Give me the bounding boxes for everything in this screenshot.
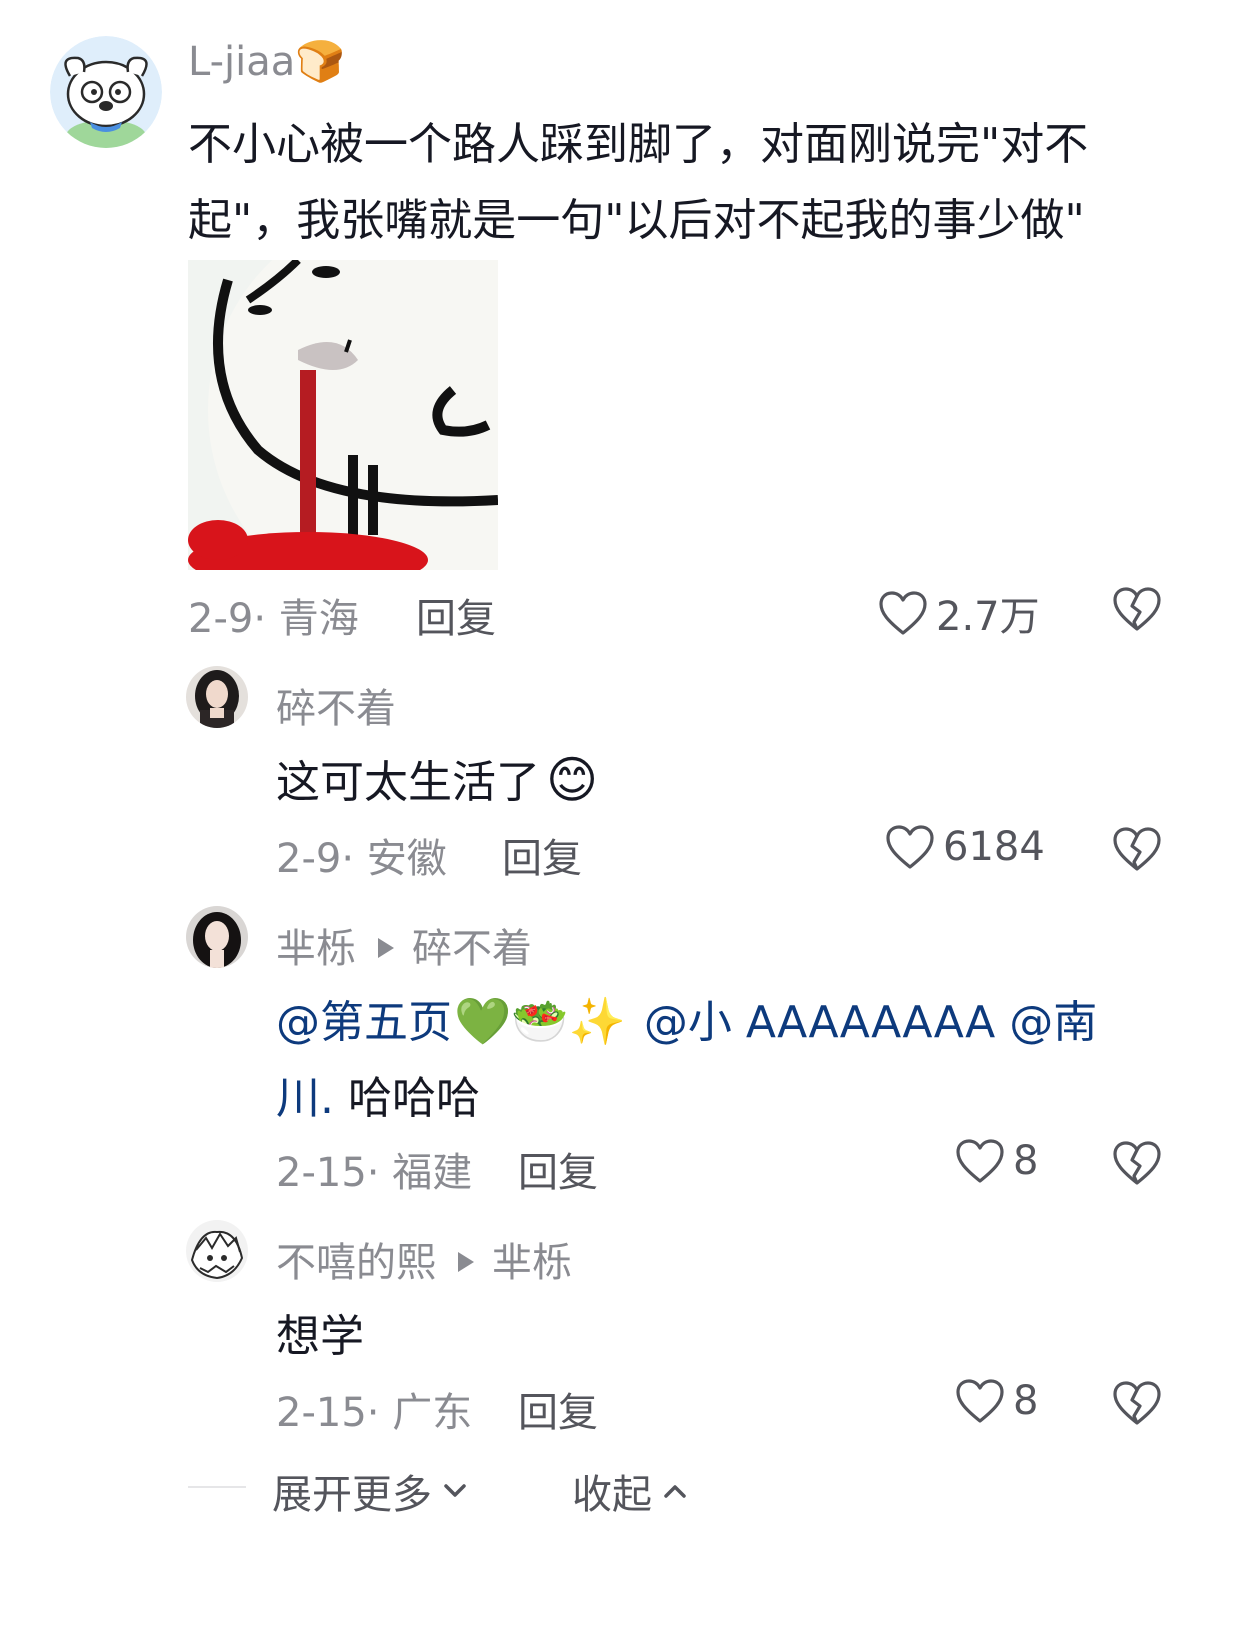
username[interactable]: L-jiaa🍞 xyxy=(188,38,345,85)
username-with-reply-target: 不嘻的熙 芈栎 xyxy=(276,1230,572,1288)
chevron-up-icon xyxy=(664,1485,686,1498)
comment-sticker-image[interactable] xyxy=(188,260,498,570)
like-count: 2.7万 xyxy=(936,594,1040,640)
emoji-group: 💚🥗✨ xyxy=(454,994,626,1048)
username[interactable]: 芈栎 xyxy=(276,926,356,972)
divider-line xyxy=(188,1486,246,1488)
mention-link[interactable]: @第五页 xyxy=(276,997,452,1048)
comment-meta: 2-9· 青海 xyxy=(188,596,359,642)
broken-heart-icon xyxy=(1113,1381,1161,1425)
collapse-button[interactable]: 收起 xyxy=(572,1462,690,1520)
comment-text: 想学 xyxy=(276,1311,364,1362)
reply-target-username[interactable]: 芈栎 xyxy=(492,1240,572,1286)
dislike-button[interactable] xyxy=(1112,586,1162,632)
bread-emoji: 🍞 xyxy=(295,39,346,85)
chevron-down-icon xyxy=(444,1484,466,1497)
comment-text-line-2: 川. 哈哈哈 xyxy=(276,1073,480,1124)
broken-heart-icon xyxy=(1113,1141,1161,1185)
like-button[interactable]: 2.7万 xyxy=(878,584,1040,642)
dislike-button[interactable] xyxy=(1112,826,1162,872)
username-with-reply-target: 芈栎 碎不着 xyxy=(276,916,532,974)
smiling-face-emoji: 😊 xyxy=(546,751,599,809)
heart-outline-icon xyxy=(956,1139,1004,1183)
user-photo-avatar-icon xyxy=(186,906,248,968)
comment-text-line-2: 起"，我张嘴就是一句"以后对不起我的事少做" xyxy=(188,195,1085,246)
user-photo-avatar-icon xyxy=(186,666,248,728)
sketch-avatar-icon xyxy=(186,1220,248,1282)
cartoon-dog-avatar-icon xyxy=(50,36,162,148)
like-button[interactable]: 8 xyxy=(955,1378,1038,1424)
expand-more-label: 展开更多 xyxy=(272,1472,432,1518)
reply-button[interactable]: 回复 xyxy=(518,1140,598,1198)
avatar[interactable] xyxy=(50,36,162,148)
heart-outline-icon xyxy=(879,591,927,635)
reply-arrow-icon xyxy=(458,1252,474,1272)
username[interactable]: 不嘻的熙 xyxy=(276,1240,436,1286)
like-count: 8 xyxy=(1013,1378,1039,1424)
comment-meta: 2-9· 安徽 xyxy=(276,836,447,882)
avatar[interactable] xyxy=(186,666,248,728)
avatar[interactable] xyxy=(186,1220,248,1282)
like-button[interactable]: 6184 xyxy=(885,824,1045,870)
mention-link[interactable]: @南 xyxy=(1009,997,1097,1048)
reply-arrow-icon xyxy=(378,938,394,958)
broken-heart-icon xyxy=(1113,587,1161,631)
expand-more-button[interactable]: 展开更多 xyxy=(272,1462,470,1520)
mention-link-continued[interactable]: 川. xyxy=(276,1073,334,1124)
reply-button[interactable]: 回复 xyxy=(416,586,496,644)
broken-heart-icon xyxy=(1113,827,1161,871)
username[interactable]: 碎不着 xyxy=(276,676,396,734)
collapse-label: 收起 xyxy=(572,1472,652,1518)
comment-text: 这可太生活了 😊 xyxy=(276,751,599,809)
comment-meta: 2-15· 广东 xyxy=(276,1390,473,1436)
heart-outline-icon xyxy=(956,1379,1004,1423)
comment-text-line-1: @第五页💚🥗✨ @小 AAAAAAAA @南 xyxy=(276,986,1097,1050)
avatar[interactable] xyxy=(186,906,248,968)
like-count: 8 xyxy=(1013,1138,1039,1184)
dislike-button[interactable] xyxy=(1112,1380,1162,1426)
heart-outline-icon xyxy=(886,825,934,869)
like-button[interactable]: 8 xyxy=(955,1138,1038,1184)
like-count: 6184 xyxy=(943,824,1045,870)
comment-text-line-1: 不小心被一个路人踩到脚了，对面刚说完"对不 xyxy=(188,119,1089,170)
reply-button[interactable]: 回复 xyxy=(518,1380,598,1438)
reply-button[interactable]: 回复 xyxy=(502,826,582,884)
reply-target-username[interactable]: 碎不着 xyxy=(412,926,532,972)
dislike-button[interactable] xyxy=(1112,1140,1162,1186)
meme-face-image xyxy=(188,260,498,570)
comment-meta: 2-15· 福建 xyxy=(276,1150,473,1196)
mention-link[interactable]: @小 AAAAAAAA xyxy=(644,997,995,1048)
